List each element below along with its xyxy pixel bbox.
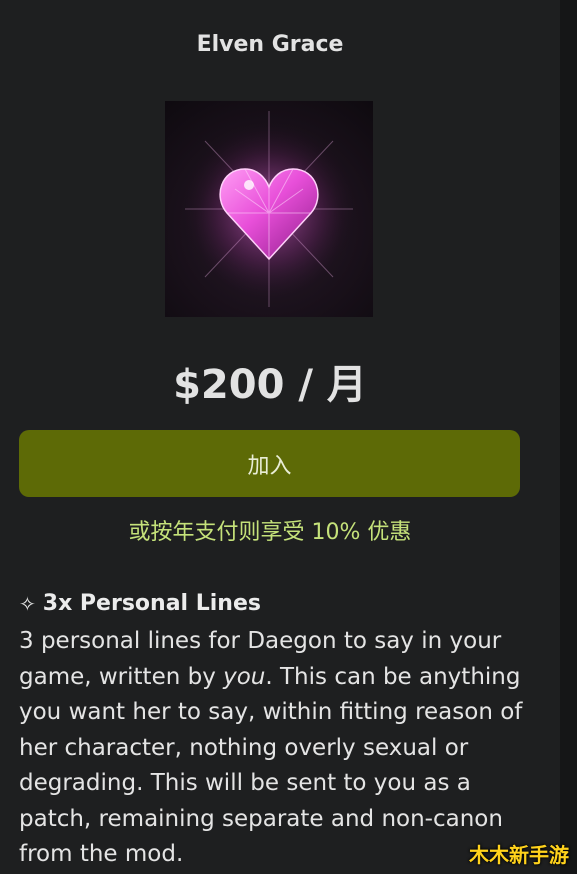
tier-image — [165, 101, 373, 317]
tier-title: Elven Grace — [196, 32, 344, 57]
pink-heart-gem-icon — [177, 111, 361, 307]
tier-price: $200 / 月 — [173, 362, 367, 408]
benefit-title: 3x Personal Lines — [42, 591, 261, 616]
membership-tier-card: Elven Grace $200 / 月 加入 或按年支付则享受 10% 优惠 … — [0, 0, 560, 874]
site-watermark: 木木新手游 — [469, 843, 569, 867]
benefit-desc-part-2: . This can be anything you want her to s… — [19, 663, 523, 868]
benefit-desc-emphasis: you — [223, 663, 266, 690]
benefit-description: 3 personal lines for Daegon to say in yo… — [19, 624, 539, 873]
page-edge-strip — [560, 0, 577, 874]
join-button[interactable]: 加入 — [19, 430, 520, 497]
benefit-heading: ✧ 3x Personal Lines — [19, 591, 261, 616]
annual-discount-text: 或按年支付则享受 10% 优惠 — [128, 520, 412, 545]
join-button-label: 加入 — [247, 453, 292, 479]
sparkle-icon: ✧ — [19, 591, 36, 616]
